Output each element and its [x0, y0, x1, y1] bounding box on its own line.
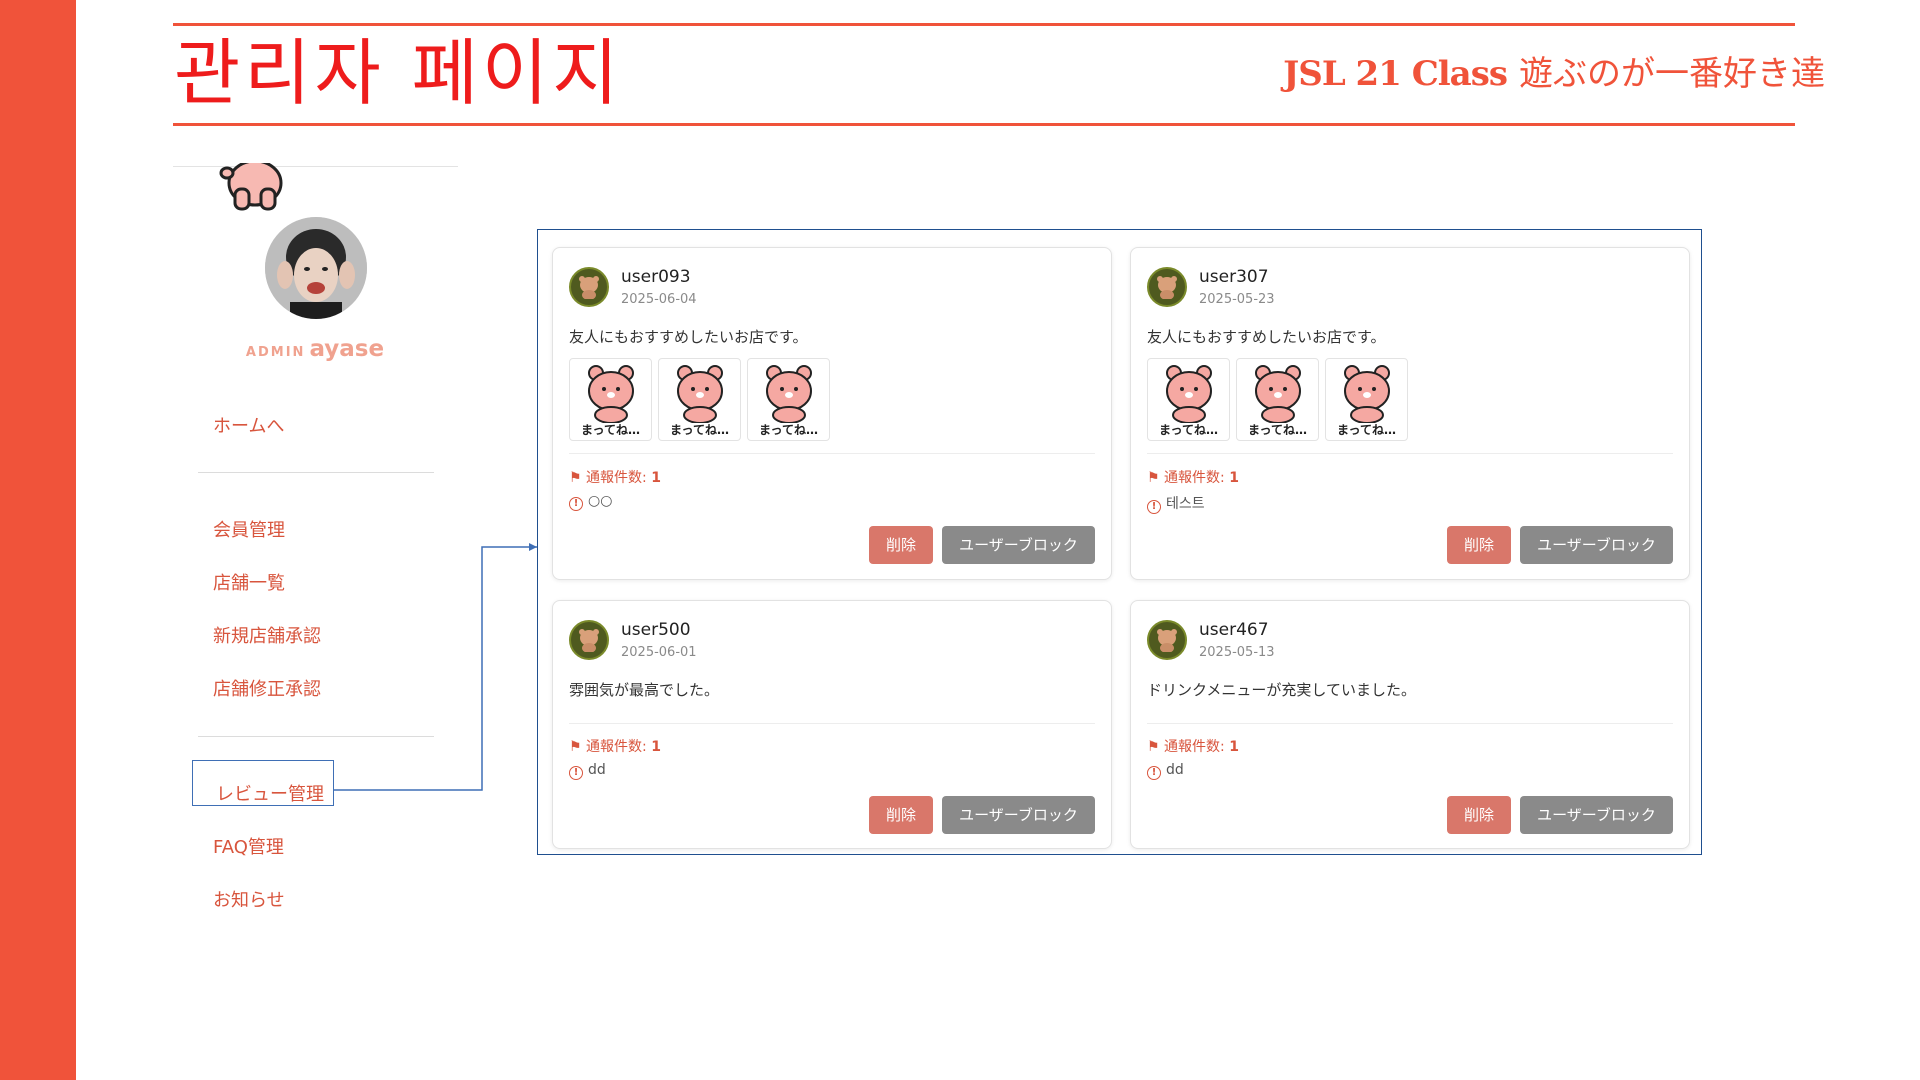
card-divider: [569, 453, 1095, 454]
user-avatar-icon: [569, 267, 609, 307]
report-count-value: 1: [1229, 470, 1239, 486]
nav-new-store-approval[interactable]: 新規店舗承認: [213, 624, 321, 650]
review-image[interactable]: まってね…: [658, 358, 741, 441]
review-comment: ドリンクメニューが充実していました。: [1147, 681, 1416, 699]
review-card: user500 2025-06-01 雰囲気が最高でした。 ⚑ 通報件数: 1 …: [552, 600, 1112, 849]
warning-icon: !: [569, 766, 583, 780]
warning-icon: !: [569, 497, 583, 511]
review-card: user093 2025-06-04 友人にもおすすめしたいお店です。 まってね…: [552, 247, 1112, 580]
review-image-label: まってね…: [1337, 423, 1396, 437]
review-image[interactable]: まってね…: [1325, 358, 1408, 441]
review-comment: 友人にもおすすめしたいお店です。: [569, 328, 808, 346]
review-image-label: まってね…: [1159, 423, 1218, 437]
nav-faq[interactable]: FAQ管理: [213, 835, 284, 861]
nav-store-edit-approval[interactable]: 店舗修正承認: [213, 677, 321, 703]
delete-button[interactable]: 削除: [1447, 796, 1511, 834]
left-accent-bar: [0, 0, 76, 1080]
header-bottom-rule: [173, 123, 1795, 126]
report-reason: dd: [588, 762, 606, 778]
review-image[interactable]: まってね…: [747, 358, 830, 441]
block-user-button[interactable]: ユーザーブロック: [1520, 796, 1673, 834]
nav-members[interactable]: 会員管理: [213, 518, 285, 544]
tagline: 遊ぶのが一番好き達: [1519, 54, 1825, 94]
review-image-label: まってね…: [581, 423, 640, 437]
review-card: user307 2025-05-23 友人にもおすすめしたいお店です。 まってね…: [1130, 247, 1690, 580]
header-subtitle: JSL 21 Class 遊ぶのが一番好き達: [1283, 52, 1825, 96]
report-count-label: 通報件数:: [1164, 470, 1225, 486]
header-top-rule: [173, 23, 1795, 26]
review-image[interactable]: まってね…: [569, 358, 652, 441]
block-user-button[interactable]: ユーザーブロック: [942, 796, 1095, 834]
user-avatar-icon: [1147, 620, 1187, 660]
flag-icon: ⚑: [569, 470, 582, 486]
report-count-row: ⚑ 通報件数: 1: [569, 467, 661, 487]
review-date: 2025-05-23: [1199, 292, 1275, 307]
review-image-label: まってね…: [670, 423, 729, 437]
nav-notices[interactable]: お知らせ: [213, 888, 285, 914]
report-count-row: ⚑ 通報件数: 1: [1147, 467, 1239, 487]
warning-icon: !: [1147, 500, 1161, 514]
page-title: 관리자 페이지: [174, 31, 623, 115]
report-reason: dd: [1166, 762, 1184, 778]
review-date: 2025-06-04: [621, 292, 697, 307]
admin-tag: ADMIN: [245, 345, 306, 360]
delete-button[interactable]: 削除: [869, 526, 933, 564]
review-panel: user093 2025-06-04 友人にもおすすめしたいお店です。 まってね…: [537, 229, 1702, 855]
review-image-label: まってね…: [759, 423, 818, 437]
flag-icon: ⚑: [569, 739, 582, 755]
card-divider: [1147, 723, 1673, 724]
delete-button[interactable]: 削除: [869, 796, 933, 834]
flag-icon: ⚑: [1147, 739, 1160, 755]
user-avatar-icon: [569, 620, 609, 660]
review-date: 2025-05-13: [1199, 645, 1275, 660]
nav-divider: [198, 472, 434, 473]
review-comment: 友人にもおすすめしたいお店です。: [1147, 328, 1386, 346]
review-image-label: まってね…: [1248, 423, 1307, 437]
warning-icon: !: [1147, 766, 1161, 780]
report-count-value: 1: [651, 470, 661, 486]
review-comment: 雰囲気が最高でした。: [569, 681, 720, 699]
review-username: user307: [1199, 267, 1269, 287]
user-avatar-icon: [1147, 267, 1187, 307]
report-reason-row: ! dd: [569, 762, 606, 780]
report-count-label: 通報件数:: [586, 739, 647, 755]
card-divider: [569, 723, 1095, 724]
brand-name: JSL 21 Class: [1283, 54, 1508, 94]
review-date: 2025-06-01: [621, 645, 697, 660]
nav-divider: [198, 736, 434, 737]
block-user-button[interactable]: ユーザーブロック: [1520, 526, 1673, 564]
report-reason: ○○: [588, 493, 613, 509]
review-username: user467: [1199, 620, 1269, 640]
report-count-row: ⚑ 通報件数: 1: [1147, 736, 1239, 756]
report-count-label: 通報件数:: [1164, 739, 1225, 755]
bear-mascot-icon: [219, 163, 283, 211]
report-reason-row: ! dd: [1147, 762, 1184, 780]
review-image[interactable]: まってね…: [1236, 358, 1319, 441]
report-reason-row: ! ○○: [569, 493, 612, 511]
review-card: user467 2025-05-13 ドリンクメニューが充実していました。 ⚑ …: [1130, 600, 1690, 849]
review-image[interactable]: まってね…: [1147, 358, 1230, 441]
report-count-value: 1: [651, 739, 661, 755]
report-reason: 테스트: [1166, 496, 1205, 512]
admin-identity: ADMIN ayase: [210, 336, 420, 362]
block-user-button[interactable]: ユーザーブロック: [942, 526, 1095, 564]
report-count-row: ⚑ 通報件数: 1: [569, 736, 661, 756]
flag-icon: ⚑: [1147, 470, 1160, 486]
review-username: user500: [621, 620, 691, 640]
admin-name: ayase: [309, 336, 385, 362]
delete-button[interactable]: 削除: [1447, 526, 1511, 564]
nav-review-management[interactable]: レビュー管理: [216, 782, 324, 808]
report-count-value: 1: [1229, 739, 1239, 755]
admin-avatar: [265, 217, 367, 319]
report-count-label: 通報件数:: [586, 470, 647, 486]
card-divider: [1147, 453, 1673, 454]
nav-home[interactable]: ホームへ: [213, 414, 284, 440]
report-reason-row: ! 테스트: [1147, 493, 1205, 514]
nav-store-list[interactable]: 店舗一覧: [213, 571, 285, 597]
review-username: user093: [621, 267, 691, 287]
